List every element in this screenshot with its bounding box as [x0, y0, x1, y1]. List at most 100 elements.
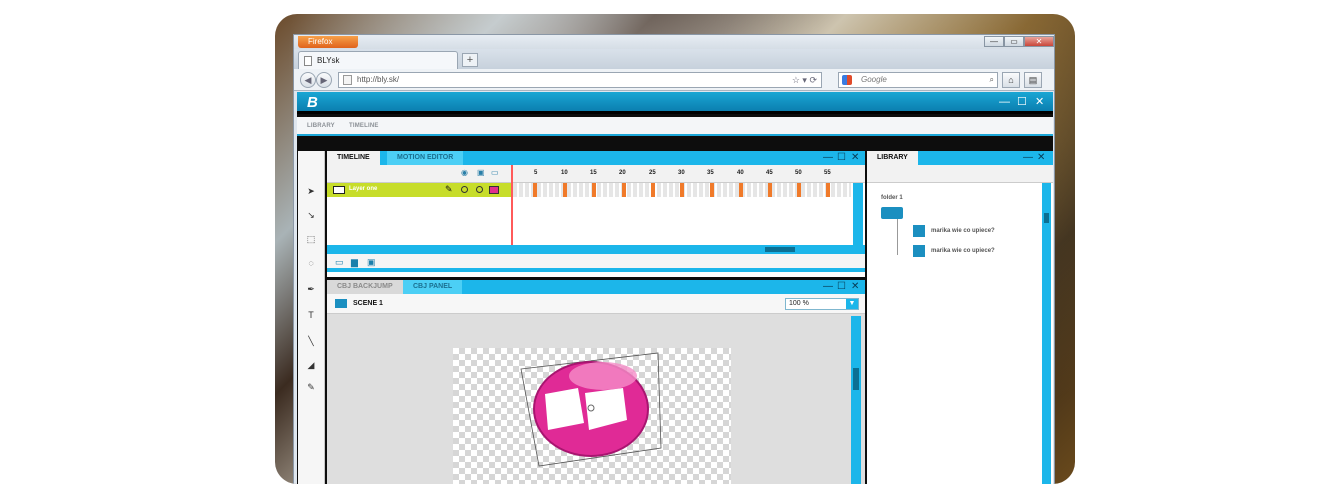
panel-minimize-icon[interactable]: — — [823, 281, 833, 292]
panel-minimize-icon[interactable]: — — [1023, 152, 1033, 163]
keyframe[interactable] — [651, 183, 655, 197]
symbol-icon[interactable] — [913, 225, 925, 237]
tab-motion-editor[interactable]: MOTION EDITOR — [387, 151, 464, 165]
outline-color-swatch[interactable] — [489, 186, 499, 194]
eye-icon[interactable]: ◉ — [461, 168, 468, 177]
panel-close-icon[interactable]: ✕ — [851, 281, 859, 292]
tab-bar: BLYsk + — [294, 49, 1054, 69]
google-icon — [842, 75, 852, 85]
selection-tool-icon[interactable]: ➤ — [305, 185, 317, 197]
playhead[interactable] — [511, 165, 513, 253]
keyframe[interactable] — [592, 183, 596, 197]
app-window: B — ☐ ✕ LIBRARY TIMELINE ➤ ↘ ⬚ ◌ ✒ T ╲ ◢… — [297, 92, 1053, 484]
library-tabbar: LIBRARY — ✕ — [867, 151, 1053, 165]
chevron-down-icon[interactable]: ▼ — [846, 299, 858, 309]
minimize-button[interactable]: — — [984, 36, 1004, 47]
folder-label[interactable]: folder 1 — [881, 195, 903, 201]
clapper-icon — [335, 299, 347, 308]
search-field[interactable]: Google ⌕ — [838, 72, 998, 88]
menu-icon[interactable]: ▤ — [1024, 72, 1042, 88]
new-folder-icon[interactable]: ▆ — [351, 257, 358, 268]
keyframe[interactable] — [739, 183, 743, 197]
app-maximize-icon[interactable]: ☐ — [1017, 97, 1027, 108]
frame-number: 40 — [737, 170, 744, 176]
keyframe[interactable] — [622, 183, 626, 197]
home-icon[interactable]: ⌂ — [1002, 72, 1020, 88]
tab-backjump[interactable]: CBJ BACKJUMP — [327, 280, 403, 294]
keyframe[interactable] — [768, 183, 772, 197]
text-tool-icon[interactable]: T — [305, 309, 317, 321]
restore-button[interactable]: ▭ — [1004, 36, 1024, 47]
frame-number: 30 — [678, 170, 685, 176]
lock-dot[interactable] — [476, 186, 483, 193]
pencil-tool-icon[interactable]: ✎ — [305, 381, 317, 393]
folder-icon[interactable] — [881, 207, 903, 219]
outline-icon[interactable]: ▭ — [491, 168, 499, 177]
panel-maximize-icon[interactable]: ☐ — [837, 152, 846, 163]
back-button[interactable]: ◀ — [300, 72, 316, 88]
panel-minimize-icon[interactable]: — — [823, 152, 833, 163]
pen-tool-icon[interactable]: ✒ — [305, 283, 317, 295]
transform-tool-icon[interactable]: ⬚ — [305, 233, 317, 245]
browser-tab[interactable]: BLYsk — [298, 51, 458, 69]
keyframe[interactable] — [797, 183, 801, 197]
layer-name: Layer one — [349, 186, 378, 192]
stage-vertical-scrollbar[interactable] — [851, 316, 861, 484]
line-tool-icon[interactable]: ╲ — [305, 335, 317, 347]
library-panel: LIBRARY — ✕ folder 1 marika wie co upiec… — [867, 151, 1053, 484]
tab-timeline[interactable]: TIMELINE — [327, 151, 380, 165]
panel-close-icon[interactable]: ✕ — [1037, 152, 1045, 163]
frame-number: 55 — [824, 170, 831, 176]
tab-library[interactable]: LIBRARY — [867, 151, 918, 165]
new-layer-icon[interactable]: ▭ — [335, 257, 344, 268]
library-item[interactable]: marika wie co upiece? — [931, 248, 995, 254]
frame-number: 35 — [707, 170, 714, 176]
forward-button[interactable]: ▶ — [316, 72, 332, 88]
address-bar[interactable]: http://bly.sk/ ☆ ▾ ⟳ — [338, 72, 822, 88]
timeline-horizontal-scrollbar[interactable] — [327, 245, 865, 254]
keyframe[interactable] — [563, 183, 567, 197]
shape-tool-icon[interactable]: ◢ — [305, 359, 317, 371]
library-vertical-scrollbar[interactable] — [1042, 183, 1051, 484]
firefox-menu-button[interactable]: Firefox — [298, 36, 358, 48]
menu-library[interactable]: LIBRARY — [307, 123, 335, 129]
subselection-tool-icon[interactable]: ↘ — [305, 209, 317, 221]
app-menu-bar: LIBRARY TIMELINE — [297, 117, 1053, 136]
scroll-thumb[interactable] — [765, 247, 795, 252]
keyframe[interactable] — [680, 183, 684, 197]
search-icon[interactable]: ⌕ — [990, 73, 994, 87]
bookmark-star-icon[interactable]: ☆ ▾ ⟳ — [792, 73, 817, 87]
timeline-vertical-scrollbar[interactable] — [853, 183, 863, 245]
delete-layer-icon[interactable]: ▣ — [367, 257, 376, 268]
lasso-tool-icon[interactable]: ◌ — [305, 257, 317, 269]
close-window-button[interactable]: ✕ — [1024, 36, 1054, 47]
app-header: B — ☐ ✕ — [297, 92, 1053, 114]
scroll-thumb[interactable] — [1044, 213, 1049, 223]
app-close-icon[interactable]: ✕ — [1035, 97, 1044, 108]
scroll-thumb[interactable] — [853, 368, 859, 390]
keyframe[interactable] — [826, 183, 830, 197]
panel-close-icon[interactable]: ✕ — [851, 152, 859, 163]
frame-strip[interactable] — [513, 183, 851, 197]
symbol-icon[interactable] — [913, 245, 925, 257]
tab-panel[interactable]: CBJ PANEL — [403, 280, 463, 294]
keyframe[interactable] — [710, 183, 714, 197]
keyframe[interactable] — [533, 183, 537, 197]
new-tab-button[interactable]: + — [462, 53, 478, 67]
layer-row[interactable]: Layer one ✎ — [327, 183, 511, 197]
pink-button-graphic[interactable] — [453, 348, 731, 484]
zoom-select[interactable]: 100 % ▼ — [785, 298, 859, 310]
app-minimize-icon[interactable]: — — [999, 97, 1010, 108]
visibility-dot[interactable] — [461, 186, 468, 193]
timeline-header: ◉ ▣ ▭ 5 10 15 20 25 30 35 40 45 50 55 — [327, 165, 865, 183]
menu-timeline[interactable]: TIMELINE — [349, 123, 379, 129]
zoom-value: 100 % — [789, 300, 809, 307]
frame-number: 5 — [534, 170, 538, 176]
stage-canvas[interactable] — [453, 348, 731, 484]
panel-maximize-icon[interactable]: ☐ — [837, 281, 846, 292]
library-item[interactable]: marika wie co upiece? — [931, 228, 995, 234]
navigation-bar: ◀ ▶ http://bly.sk/ ☆ ▾ ⟳ Google ⌕ ⌂ ▤ — [294, 69, 1054, 91]
library-toolbar — [867, 165, 1053, 183]
browser-window: Firefox — ▭ ✕ BLYsk + ◀ ▶ http://bly.sk/… — [293, 34, 1055, 484]
lock-icon[interactable]: ▣ — [477, 168, 485, 177]
